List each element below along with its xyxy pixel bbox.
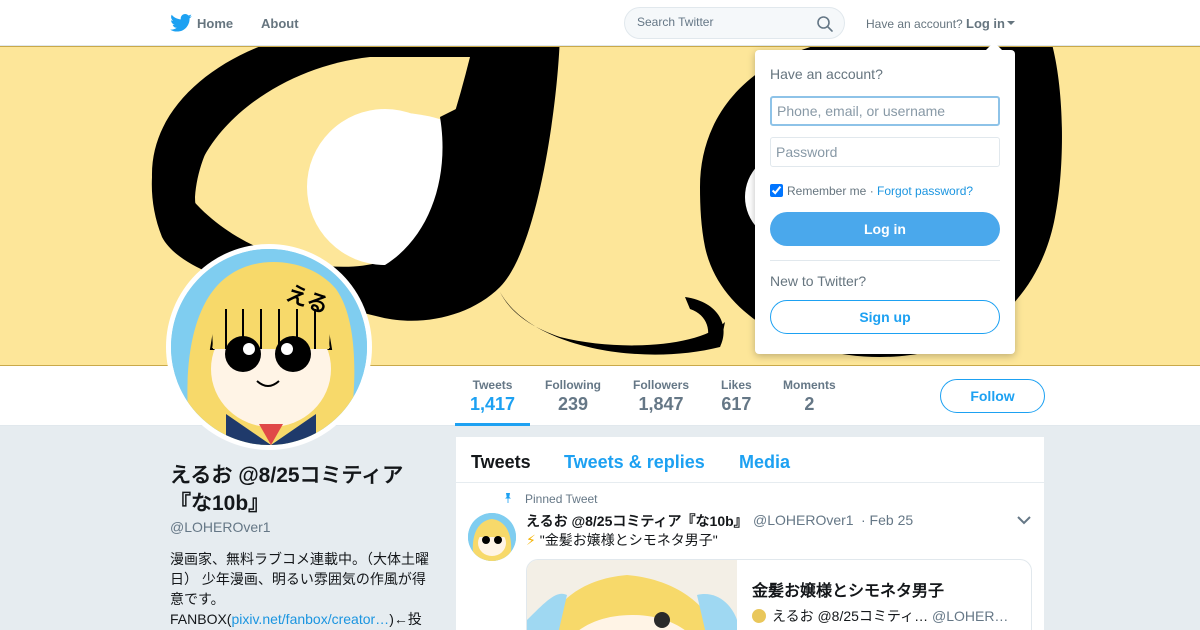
tweet-body: "金髪お嬢様とシモネタ男子" xyxy=(539,532,718,548)
link-card[interactable]: 金髪お嬢様とシモネタ男子 えるお @8/25コミティ… @LOHER… xyxy=(526,559,1032,630)
card-meta: えるお @8/25コミティ… @LOHER… xyxy=(752,606,1022,626)
pinned-label: Pinned Tweet xyxy=(525,492,598,506)
timeline-tabs: Tweets Tweets & replies Media xyxy=(456,437,1044,483)
tweet-author-handle[interactable]: @LOHEROver1 xyxy=(753,512,854,528)
stat-value: 1,417 xyxy=(470,394,516,414)
avatar-image: える xyxy=(171,249,367,445)
top-navigation: Home About Have an account? Log in xyxy=(0,0,1200,46)
search-box xyxy=(624,7,845,39)
stat-label: Tweets xyxy=(472,378,513,392)
tab-media[interactable]: Media xyxy=(739,452,790,473)
divider xyxy=(770,260,1000,261)
card-author: えるお @8/25コミティ… xyxy=(772,608,929,624)
stat-following[interactable]: Following 239 xyxy=(545,378,601,415)
bio-fanbox-prefix: FANBOX( xyxy=(170,611,232,627)
stat-moments[interactable]: Moments 2 xyxy=(783,378,836,415)
tab-tweets[interactable]: Tweets xyxy=(471,452,531,473)
avatar[interactable]: える xyxy=(166,244,372,450)
tweet-text: ⚡ "金髪お嬢様とシモネタ男子" xyxy=(526,530,718,550)
stat-label: Following xyxy=(545,378,601,392)
stat-tweets[interactable]: Tweets 1,417 xyxy=(454,378,531,426)
stat-value: 1,847 xyxy=(638,394,684,414)
stat-value: 239 xyxy=(557,394,589,414)
tab-tweets-replies[interactable]: Tweets & replies xyxy=(564,452,705,473)
card-handle: @LOHER… xyxy=(931,608,1009,624)
nav-about-link[interactable]: About xyxy=(261,16,299,31)
twitter-bird-icon[interactable] xyxy=(170,14,192,32)
username-field[interactable] xyxy=(770,96,1000,126)
profile-name: えるお @8/25コミティア『な10b』 xyxy=(170,464,404,515)
new-to-twitter-text: New to Twitter? xyxy=(770,273,867,289)
tweet-date[interactable]: · Feb 25 xyxy=(861,512,913,528)
bio-suffix: )←投 xyxy=(389,611,422,627)
card-image xyxy=(527,560,737,630)
stat-likes[interactable]: Likes 617 xyxy=(721,378,752,415)
follow-button[interactable]: Follow xyxy=(940,379,1045,413)
bio-link[interactable]: pixiv.net/fanbox/creator… xyxy=(231,611,389,627)
remember-checkbox[interactable] xyxy=(770,184,783,197)
tweet-author-name[interactable]: えるお @8/25コミティア『な10b』 xyxy=(526,511,748,531)
remember-label[interactable]: Remember me xyxy=(787,184,866,198)
profile-bio: 漫画家、無料ラブコメ連載中。（大体土曜日） 少年漫画、明るい雰囲気の作風が得意で… xyxy=(170,549,430,629)
stat-label: Likes xyxy=(721,378,752,392)
login-button[interactable]: Log in xyxy=(770,212,1000,246)
card-author-avatar xyxy=(752,609,766,623)
nav-home-link[interactable]: Home xyxy=(197,16,233,31)
dropdown-heading: Have an account? xyxy=(770,66,883,82)
stat-label: Followers xyxy=(633,378,690,392)
password-field[interactable] xyxy=(770,137,1000,167)
bio-text: 漫画家、無料ラブコメ連載中。（大体土曜日） 少年漫画、明るい雰囲気の作風が得意で… xyxy=(170,551,429,607)
pin-icon xyxy=(505,493,511,503)
tweet-avatar[interactable] xyxy=(468,513,516,561)
lightning-icon: ⚡ xyxy=(526,532,536,548)
stat-label: Moments xyxy=(783,378,836,392)
signup-button[interactable]: Sign up xyxy=(770,300,1000,334)
stat-followers[interactable]: Followers 1,847 xyxy=(633,378,689,415)
search-icon[interactable] xyxy=(816,15,834,33)
profile-handle[interactable]: @LOHEROver1 xyxy=(170,519,271,535)
stat-value: 2 xyxy=(804,394,815,414)
chevron-down-icon[interactable] xyxy=(1007,21,1015,25)
have-account-text: Have an account? xyxy=(866,17,963,31)
forgot-password-link[interactable]: Forgot password? xyxy=(877,184,973,198)
login-menu-link[interactable]: Log in xyxy=(966,16,1005,31)
remember-row: Remember me · Forgot password? xyxy=(770,184,973,198)
search-input[interactable] xyxy=(637,15,807,29)
card-title: 金髪お嬢様とシモネタ男子 xyxy=(752,583,945,600)
separator: · xyxy=(866,184,878,198)
stat-value: 617 xyxy=(721,394,752,414)
login-dropdown: Have an account? Remember me · Forgot pa… xyxy=(755,42,1015,354)
chevron-down-icon[interactable] xyxy=(1017,515,1031,525)
timeline: Tweets Tweets & replies Media Pinned Twe… xyxy=(456,437,1044,630)
